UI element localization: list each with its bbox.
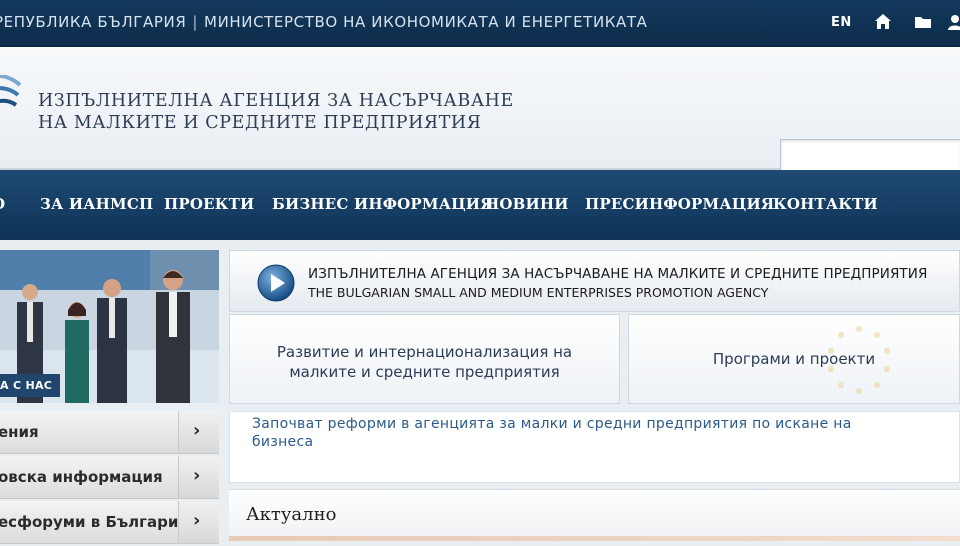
ministry-link[interactable]: МИНИСТЕРСТВО НА ИКОНОМИКАТА И ЕНЕРГЕТИКА… [204, 13, 647, 31]
main-navigation: О ЗА ИАНМСП ПРОЕКТИ БИЗНЕС ИНФОРМАЦИЯ НО… [0, 170, 960, 240]
sme-development-line1: Развитие и интернационализация на [276, 343, 573, 361]
news-link-line1: Започват реформи в агенцията за малки и … [252, 416, 852, 432]
nav-item-contacts[interactable]: КОНТАКТИ [773, 195, 878, 213]
news-panel: Започват реформи в агенцията за малки и … [229, 411, 960, 483]
sme-development-box[interactable]: Развитие и интернационализация на малкит… [229, 314, 620, 404]
top-bar: РЕПУБЛИКА БЪЛГАРИЯ | МИНИСТЕРСТВО НА ИКОНО… [0, 0, 960, 47]
chevron-right-icon[interactable]: › [178, 501, 219, 543]
side-menu-item[interactable]: есфоруми в България › [0, 501, 219, 544]
breadcrumb-separator: | [192, 13, 199, 31]
nav-item-press[interactable]: ПРЕСИНФОРМАЦИЯ [585, 195, 774, 213]
folder-icon[interactable] [913, 12, 933, 32]
current-section-title: Актуално [246, 504, 337, 525]
section-accent-bar [229, 536, 960, 541]
agency-name-line2: НА МАЛКИТЕ И СРЕДНИТЕ ПРЕДПРИЯТИЯ [38, 113, 482, 133]
side-menu-item[interactable]: ения › [0, 411, 219, 454]
home-icon[interactable] [873, 12, 893, 32]
side-menu-item-label: есфоруми в България [0, 513, 189, 531]
user-icon[interactable] [945, 12, 960, 32]
chevron-glyph: › [193, 420, 201, 441]
language-en-link[interactable]: EN [831, 15, 852, 30]
news-link[interactable]: Започват реформи в агенцията за малки и … [252, 415, 892, 451]
agency-banner[interactable]: ИЗПЪЛНИТЕЛНА АГЕНЦИЯ ЗА НАСЪРЧАВАНЕ НА М… [229, 250, 960, 312]
banner-title-bg: ИЗПЪЛНИТЕЛНА АГЕНЦИЯ ЗА НАСЪРЧАВАНЕ НА М… [308, 266, 928, 282]
agency-name-line1: ИЗПЪЛНИТЕЛНА АГЕНЦИЯ ЗА НАСЪРЧАВАНЕ [38, 91, 514, 111]
news-link-line2: бизнеса [252, 434, 314, 450]
side-menu-item-label: ения [0, 423, 39, 441]
institution-breadcrumb: РЕПУБЛИКА БЪЛГАРИЯ | МИНИСТЕРСТВО НА ИКОНО… [0, 13, 648, 31]
nav-item-about[interactable]: ЗА ИАНМСП [40, 195, 153, 213]
chevron-glyph: › [193, 465, 201, 486]
agency-name[interactable]: ИЗПЪЛНИТЕЛНА АГЕНЦИЯ ЗА НАСЪРЧАВАНЕ НА М… [38, 90, 514, 134]
country-link[interactable]: РЕПУБЛИКА БЪЛГАРИЯ [0, 13, 186, 31]
nav-item-business-info[interactable]: БИЗНЕС ИНФОРМАЦИЯ [272, 195, 494, 213]
banner-title-en: THE BULGARIAN SMALL AND MEDIUM ENTERPRIS… [308, 285, 769, 300]
play-icon[interactable] [257, 264, 295, 302]
photo-caption-button[interactable]: А С НАС [0, 374, 61, 397]
sme-development-line2: малките и средните предприятия [289, 363, 560, 381]
search-input[interactable] [780, 139, 960, 173]
side-menu-item[interactable]: овска информация › [0, 456, 219, 499]
chevron-right-icon[interactable]: › [178, 411, 219, 453]
nav-item-news[interactable]: НОВИНИ [485, 195, 569, 213]
side-menu: ения › овска информация › есфоруми в Бъл… [0, 411, 219, 546]
chevron-right-icon[interactable]: › [178, 456, 219, 498]
programs-projects-label: Програми и проекти [712, 350, 876, 368]
site-header: ИЗПЪЛНИТЕЛНА АГЕНЦИЯ ЗА НАСЪРЧАВАНЕ НА М… [0, 47, 960, 173]
chevron-glyph: › [193, 510, 201, 531]
logo-arc-icon[interactable] [0, 75, 30, 145]
programs-projects-box[interactable]: Програми и проекти [628, 314, 960, 404]
nav-item-home[interactable]: О [0, 195, 5, 213]
current-section: Актуално [229, 489, 960, 541]
side-menu-item-label: овска информация [0, 468, 163, 486]
nav-item-projects[interactable]: ПРОЕКТИ [164, 195, 254, 213]
